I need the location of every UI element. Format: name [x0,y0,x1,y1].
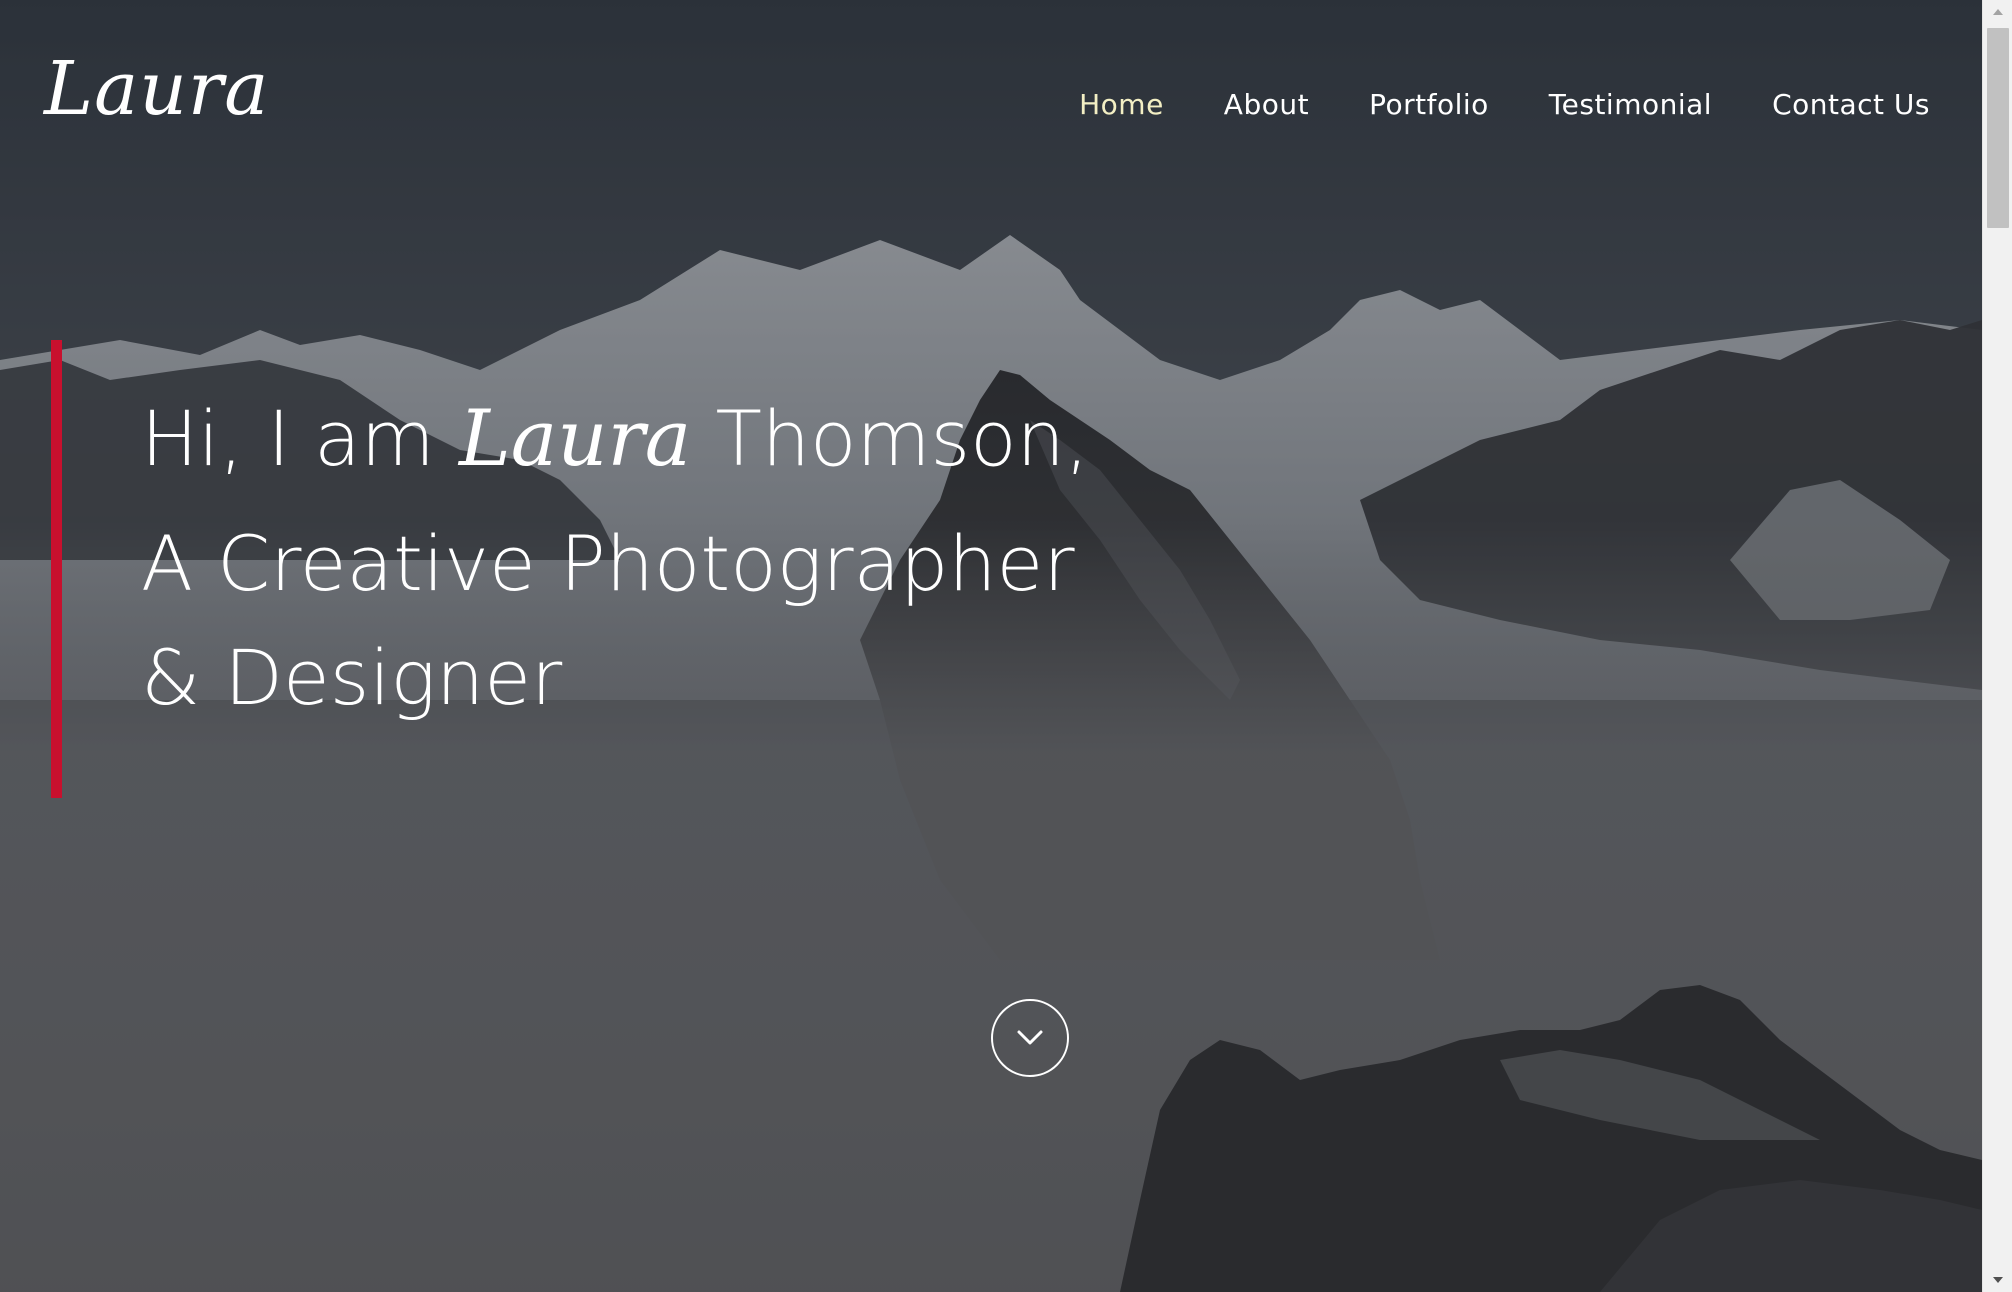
hero-accent-bar [51,340,62,798]
chevron-down-icon [1017,1030,1043,1045]
hero-line-2: A Creative Photographer [141,519,1075,608]
hero-first-name: Laura [458,394,692,484]
nav-item-about[interactable]: About [1224,88,1309,121]
nav-item-testimonial[interactable]: Testimonial [1549,88,1712,121]
hero-line-1: Hi, I am Laura Thomson, [141,400,1089,514]
scroll-up-arrow-icon[interactable] [1983,0,2012,24]
hero-section: Laura Home About Portfolio Testimonial C… [0,0,1982,1292]
vertical-scrollbar[interactable] [1982,0,2012,1292]
scrollbar-thumb[interactable] [1987,28,2009,228]
nav-item-portfolio[interactable]: Portfolio [1369,88,1489,121]
hero-last-name: Thomson, [715,394,1089,483]
hero-headline: Hi, I am Laura Thomson, A Creative Photo… [141,400,1089,754]
main-navigation: Home About Portfolio Testimonial Contact… [1079,88,1930,121]
nav-item-home[interactable]: Home [1079,88,1164,121]
hero-greeting: Hi, I am [141,394,435,483]
scroll-down-button[interactable] [991,999,1069,1077]
hero-line-3: & Designer [141,633,563,722]
nav-item-contact-us[interactable]: Contact Us [1772,88,1930,121]
scroll-down-arrow-icon[interactable] [1983,1268,2012,1292]
site-logo[interactable]: Laura [44,52,269,126]
